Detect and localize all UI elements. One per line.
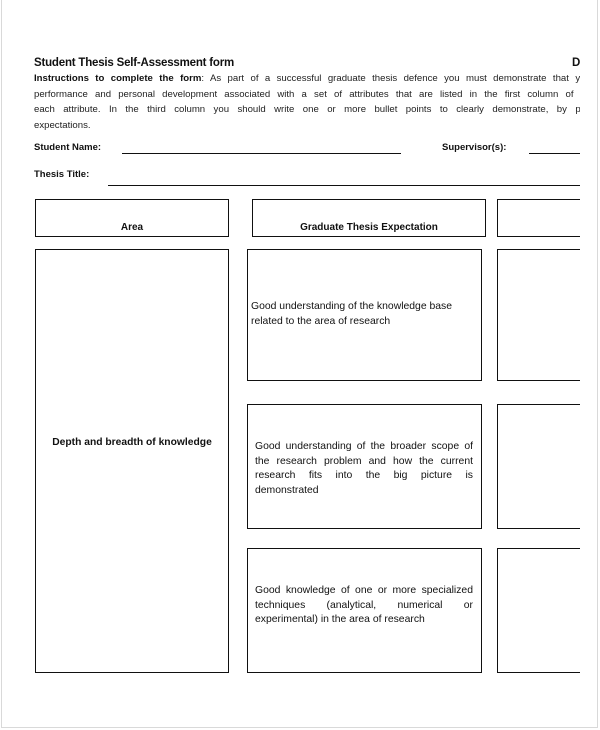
expectation-text-1: Good understanding of the knowledge base… [251, 301, 453, 327]
evidence-cell-2[interactable] [497, 404, 580, 529]
thesis-title-label: Thesis Title: [34, 169, 90, 180]
thesis-title-field[interactable] [108, 185, 580, 186]
instructions-line-3: each attribute. In the third column you … [34, 104, 580, 115]
instructions-line-4: expectations. [34, 119, 91, 131]
expectation-text-3: Good knowledge of one or more specialize… [255, 585, 473, 625]
document-title-right-fragment: D [572, 57, 580, 69]
expectation-cell-3: Good knowledge of one or more specialize… [247, 548, 482, 673]
expectation-cell-2: Good understanding of the broader scope … [247, 404, 482, 529]
expectation-cell-1: Good understanding of the knowledge base… [247, 249, 482, 381]
header-expectation-label: Graduate Thesis Expectation [300, 222, 438, 233]
expectation-text-2: Good understanding of the broader scope … [255, 441, 473, 496]
header-area: Area [35, 199, 229, 237]
instructions-paragraph: Instructions to complete the form: As pa… [34, 71, 580, 133]
evidence-cell-1[interactable] [497, 249, 580, 381]
student-name-field[interactable] [122, 153, 401, 154]
instructions-line-2: performance and personal development ass… [34, 88, 580, 100]
instructions-line-1-text: : As part of a successful graduate thesi… [201, 73, 580, 84]
header-expectation: Graduate Thesis Expectation [252, 199, 486, 237]
supervisor-label: Supervisor(s): [442, 142, 507, 153]
document-page: Student Thesis Self-Assessment form D In… [1, 0, 598, 728]
header-third-column [497, 199, 580, 237]
student-name-label: Student Name: [34, 142, 102, 153]
page-content: Student Thesis Self-Assessment form D In… [2, 0, 580, 727]
area-cell: Depth and breadth of knowledge [35, 249, 229, 673]
area-label: Depth and breadth of knowledge [52, 437, 212, 448]
header-area-label: Area [120, 222, 144, 233]
instructions-lead: Instructions to complete the form [34, 73, 202, 84]
instructions-line-1: Instructions to complete the form: As pa… [34, 71, 580, 87]
document-title: Student Thesis Self-Assessment form [34, 57, 235, 69]
evidence-cell-3[interactable] [497, 548, 580, 673]
supervisor-field[interactable] [529, 153, 580, 154]
